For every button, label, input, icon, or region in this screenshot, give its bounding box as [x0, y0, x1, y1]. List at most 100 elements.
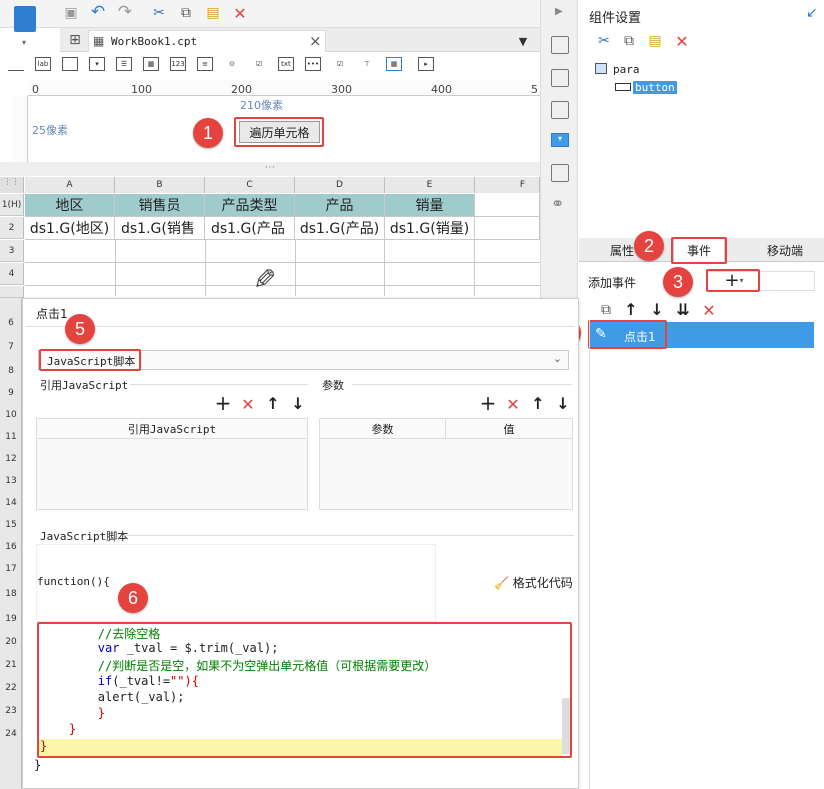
grid-icon[interactable]: ⊞: [66, 31, 84, 49]
cell-c1[interactable]: 产品类型: [205, 194, 295, 217]
copy-icon[interactable]: ⧉: [177, 4, 195, 22]
widget-checkgroup-icon[interactable]: ☑: [332, 57, 348, 71]
close-tab-icon[interactable]: ×: [309, 32, 322, 50]
panel-cut-icon[interactable]: ✂: [595, 32, 613, 50]
cell-f2[interactable]: [475, 217, 540, 240]
widget-textlabel-icon[interactable]: lab: [35, 57, 51, 71]
splitter-handle[interactable]: ⋯: [0, 162, 540, 176]
collapse-arrow-icon[interactable]: ▶: [555, 6, 563, 17]
file-tab[interactable]: ▦ WorkBook1.cpt ×: [88, 30, 326, 52]
dialog-row-number: 18: [5, 589, 17, 599]
column-header-a[interactable]: A: [25, 177, 115, 193]
widget-settings-icon[interactable]: [551, 69, 569, 87]
stack-icon[interactable]: [551, 164, 569, 182]
widget-checkbox-icon[interactable]: ☑: [251, 57, 267, 71]
dialog-title-divider: [26, 326, 574, 327]
ref-js-down-icon[interactable]: ↓: [289, 394, 307, 413]
tree-button-icon: [615, 83, 631, 91]
save-icon[interactable]: ▣: [62, 4, 80, 22]
widget-combo-icon[interactable]: ▾: [89, 57, 105, 71]
params-delete-icon[interactable]: ✕: [504, 395, 522, 414]
undo-icon[interactable]: ↶: [89, 2, 107, 22]
panel-pin-icon[interactable]: ↙: [806, 5, 818, 21]
event-move-bottom-icon[interactable]: ⇊: [674, 300, 692, 319]
cell-d1[interactable]: 产品: [295, 194, 385, 217]
event-list-border: [589, 320, 824, 789]
event-move-up-icon[interactable]: ↑: [622, 300, 640, 319]
cell-e1[interactable]: 销量: [385, 194, 475, 217]
ref-js-delete-icon[interactable]: ✕: [239, 395, 257, 414]
layout-icon[interactable]: [551, 36, 569, 54]
cell-b2[interactable]: ds1.G(销售: [115, 217, 205, 240]
panel-title: 组件设置: [589, 11, 642, 26]
widget-text-icon[interactable]: txt: [278, 57, 294, 71]
template-icon[interactable]: [14, 6, 36, 32]
cell-f1[interactable]: [475, 194, 540, 217]
widget-date-icon[interactable]: ▦: [143, 57, 159, 71]
link-icon[interactable]: ⚭: [551, 194, 564, 213]
column-header-c[interactable]: C: [205, 177, 295, 193]
column-header-d[interactable]: D: [295, 177, 385, 193]
paste-icon[interactable]: ▤: [204, 4, 222, 22]
cut-icon[interactable]: ✂: [150, 4, 168, 22]
widget-table-icon[interactable]: ▦: [386, 57, 402, 71]
broom-icon: 🧹: [494, 576, 509, 590]
step-badge-5: 5: [65, 314, 95, 344]
cell-e2[interactable]: ds1.G(销量): [385, 217, 475, 240]
panel-paste-icon[interactable]: ▤: [646, 32, 664, 50]
delete-icon[interactable]: ✕: [231, 4, 249, 23]
event-move-down-icon[interactable]: ↓: [648, 300, 666, 319]
column-header-e[interactable]: E: [385, 177, 475, 193]
widget-tree-icon[interactable]: ⊤: [359, 57, 375, 71]
dialog-row-number: 19: [5, 614, 17, 624]
column-header-f[interactable]: F: [475, 177, 540, 193]
row-number-3[interactable]: 3: [0, 240, 24, 262]
params-add-icon[interactable]: +: [479, 391, 497, 415]
row-number-1[interactable]: 1(H): [0, 194, 24, 216]
widget-textfield-icon[interactable]: [62, 57, 78, 71]
widget-radio-icon[interactable]: ⊙: [224, 57, 240, 71]
format-code-button[interactable]: 🧹 格式化代码: [494, 574, 573, 591]
cell-a2[interactable]: ds1.G(地区): [25, 217, 115, 240]
dialog-row-number: 23: [5, 706, 17, 716]
tree-root-label[interactable]: para: [613, 63, 640, 76]
dialog-row-number: 13: [5, 476, 17, 486]
combo-widget-icon[interactable]: ▾: [551, 133, 569, 147]
cell-c2[interactable]: ds1.G(产品: [205, 217, 295, 240]
crop-icon[interactable]: [551, 101, 569, 119]
widget-more-icon[interactable]: ▸: [418, 57, 434, 71]
tab-menu-icon[interactable]: ▼: [514, 32, 532, 50]
params-down-icon[interactable]: ↓: [554, 394, 572, 413]
row-number-5[interactable]: [0, 286, 24, 298]
panel-copy-icon[interactable]: ⧉: [620, 32, 638, 50]
row-number-4[interactable]: 4: [0, 263, 24, 285]
ruler-tick-0: 0: [32, 83, 39, 96]
step-badge-1: 1: [193, 118, 223, 148]
ref-js-section-label: 引用JavaScript: [40, 379, 129, 392]
ruler-tick-100: 100: [131, 83, 152, 96]
widget-list-icon[interactable]: ☰: [116, 57, 132, 71]
dialog-row-number: 12: [5, 454, 17, 464]
cell-d2[interactable]: ds1.G(产品): [295, 217, 385, 240]
panel-delete-icon[interactable]: ✕: [673, 32, 691, 51]
cell-a1[interactable]: 地区: [25, 194, 115, 217]
params-up-icon[interactable]: ↑: [529, 394, 547, 413]
select-chevron-down-icon: ⌄: [552, 352, 562, 365]
ref-js-up-icon[interactable]: ↑: [264, 394, 282, 413]
widget-password-icon[interactable]: •••: [305, 57, 321, 71]
ref-js-add-icon[interactable]: +: [214, 391, 232, 415]
dialog-row-number: 10: [5, 410, 17, 420]
event-copy-icon[interactable]: ⧉: [597, 301, 615, 319]
row-number-2[interactable]: 2: [0, 217, 24, 239]
widget-textarea-icon[interactable]: ≡: [197, 57, 213, 71]
event-delete-icon[interactable]: ✕: [700, 301, 718, 320]
script-section-label: JavaScript脚本: [40, 530, 129, 543]
widget-number-icon[interactable]: 123: [170, 57, 186, 71]
tree-button-label[interactable]: button: [633, 81, 677, 94]
redo-icon[interactable]: ↷: [116, 2, 134, 22]
tab-mobile[interactable]: 移动端: [757, 240, 813, 260]
template-dropdown-icon[interactable]: ▾: [22, 38, 26, 47]
column-header-b[interactable]: B: [115, 177, 205, 193]
cell-b1[interactable]: 销售员: [115, 194, 205, 217]
widget-label-icon[interactable]: [8, 57, 24, 71]
